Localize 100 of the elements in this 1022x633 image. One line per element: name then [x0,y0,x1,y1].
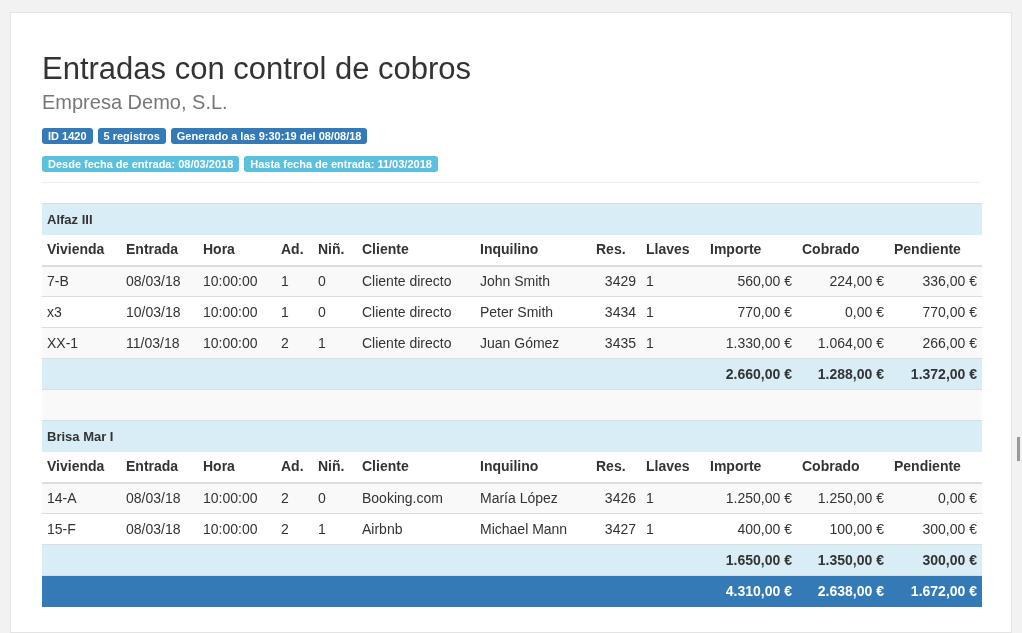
column-header: Res. [591,451,641,483]
table-cell: 1.250,00 € [797,482,889,514]
table-cell: 770,00 € [705,296,797,328]
table-cell: 10:00:00 [198,265,276,297]
table-cell: 300,00 € [889,513,982,545]
table-cell: 1 [276,265,313,297]
column-header: Hora [198,451,276,483]
scrollbar-thumb[interactable] [1017,437,1020,461]
table-cell: 3429 [591,265,641,297]
table-cell: 08/03/18 [121,513,198,545]
filter-badge: Hasta fecha de entrada: 11/03/2018 [244,156,438,172]
table-cell: 3427 [591,513,641,545]
table-cell: Booking.com [357,482,475,514]
column-header: Cobrado [797,234,889,266]
table-cell: 7-B [42,265,121,297]
table-cell: 2 [276,513,313,545]
table-cell: 0 [313,265,357,297]
table-cell: 1 [641,482,705,514]
table-cell: 11/03/18 [121,327,198,359]
table-cell: Airbnb [357,513,475,545]
table-cell: 3426 [591,482,641,514]
table-cell: Peter Smith [475,296,591,328]
table-cell: 10/03/18 [121,296,198,328]
table-cell: Cliente directo [357,327,475,359]
column-header: Cliente [357,451,475,483]
column-header: Hora [198,234,276,266]
column-header: Llaves [641,234,705,266]
column-header: Res. [591,234,641,266]
column-header: Cobrado [797,451,889,483]
table-cell: María López [475,482,591,514]
table-cell: John Smith [475,265,591,297]
subtotal-cell: 2.660,00 € [705,358,797,390]
grand-total-cell: 1.672,00 € [889,575,982,607]
column-header: Inquilino [475,234,591,266]
table-cell: 08/03/18 [121,482,198,514]
table-cell: 10:00:00 [198,327,276,359]
table-cell: 336,00 € [889,265,982,297]
subtotal-cell: 300,00 € [889,544,982,576]
table-cell: 1 [641,296,705,328]
table-cell: 266,00 € [889,327,982,359]
table-cell: 1 [641,327,705,359]
report-title: Entradas con control de cobros [42,51,473,87]
column-header: Niñ. [313,451,357,483]
table-cell: 14-A [42,482,121,514]
column-header: Ad. [276,451,313,483]
table-cell: 08/03/18 [121,265,198,297]
table-cell: Cliente directo [357,265,475,297]
table-cell: Cliente directo [357,296,475,328]
column-header: Ad. [276,234,313,266]
column-header: Importe [705,451,797,483]
column-header: Llaves [641,451,705,483]
column-header: Vivienda [42,234,121,266]
table-cell: 1 [641,513,705,545]
table-cell: 10:00:00 [198,513,276,545]
table-cell: 0 [313,482,357,514]
column-header: Vivienda [42,451,121,483]
table-cell: 400,00 € [705,513,797,545]
column-header: Cliente [357,234,475,266]
table-cell: 1.064,00 € [797,327,889,359]
table-cell: 1 [313,327,357,359]
column-header: Entrada [121,451,198,483]
table-cell: Michael Mann [475,513,591,545]
column-header: Pendiente [889,451,982,483]
info-badge: ID 1420 [42,128,93,144]
table-cell: 3434 [591,296,641,328]
table-cell: 10:00:00 [198,482,276,514]
subtotal-cell: 1.372,00 € [889,358,982,390]
table-cell: Juan Gómez [475,327,591,359]
company-name: Empresa Demo, S.L. [42,90,229,114]
column-header: Entrada [121,234,198,266]
table-cell: 15-F [42,513,121,545]
subtotal-cell: 1.288,00 € [797,358,889,390]
table-cell: 1 [276,296,313,328]
table-cell: 100,00 € [797,513,889,545]
table-cell: 770,00 € [889,296,982,328]
group-name: Brisa Mar I [42,420,982,452]
table-cell: 1 [313,513,357,545]
grand-total-cell: 4.310,00 € [705,575,797,607]
filter-badge: Desde fecha de entrada: 08/03/2018 [42,156,240,172]
column-header: Inquilino [475,451,591,483]
info-badge: Generado a las 9:30:19 del 08/08/18 [170,128,368,144]
column-header: Pendiente [889,234,982,266]
subtotal-cell: 1.650,00 € [705,544,797,576]
table-cell: 10:00:00 [198,296,276,328]
table-cell: 0,00 € [889,482,982,514]
grand-total-cell: 2.638,00 € [797,575,889,607]
table-cell: 0,00 € [797,296,889,328]
table-cell: 2 [276,327,313,359]
column-header: Niñ. [313,234,357,266]
table-cell: XX-1 [42,327,121,359]
column-header: Importe [705,234,797,266]
table-cell: 0 [313,296,357,328]
subtotal-cell: 1.350,00 € [797,544,889,576]
table-cell: 224,00 € [797,265,889,297]
table-cell: 1 [641,265,705,297]
table-cell: 560,00 € [705,265,797,297]
table-cell: x3 [42,296,121,328]
table-cell: 3435 [591,327,641,359]
table-cell: 2 [276,482,313,514]
table-cell: 1.330,00 € [705,327,797,359]
